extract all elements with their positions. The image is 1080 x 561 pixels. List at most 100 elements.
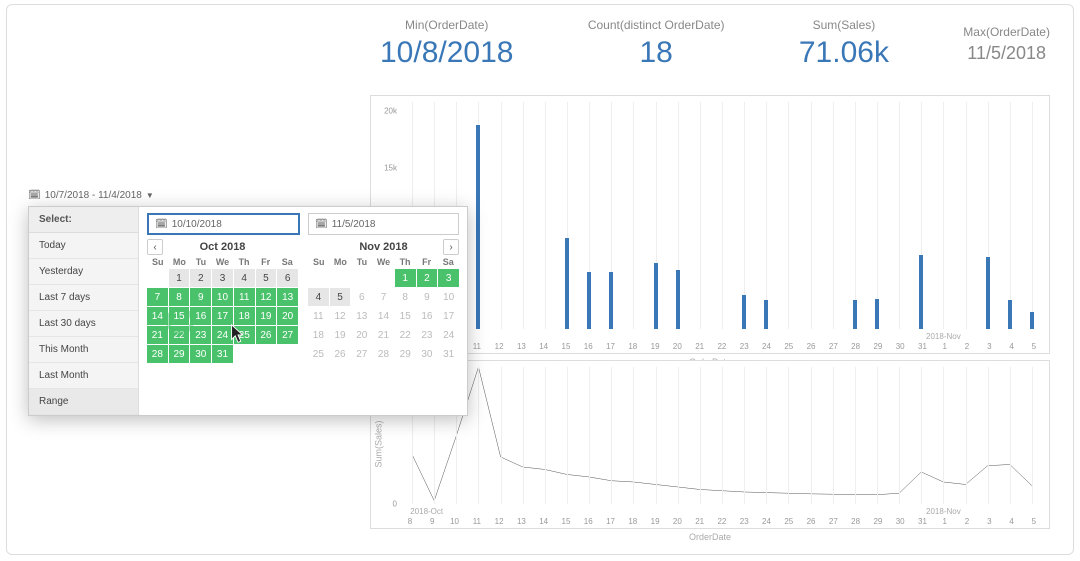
day-cell[interactable]: 9 — [417, 288, 438, 306]
day-cell[interactable]: 26 — [256, 326, 277, 344]
day-cell[interactable]: 5 — [256, 269, 277, 287]
day-cell[interactable]: 28 — [147, 345, 168, 363]
day-cell — [234, 345, 255, 363]
kpi-label: Min(OrderDate) — [380, 18, 513, 32]
day-cell — [351, 269, 372, 287]
chevron-down-icon: ▼ — [146, 191, 154, 200]
day-cell[interactable]: 20 — [277, 307, 298, 325]
cursor-icon — [227, 323, 249, 345]
dow-su: Su — [308, 257, 330, 267]
xtick: 4 — [1003, 517, 1021, 526]
day-cell[interactable]: 27 — [351, 345, 372, 363]
xtick: 17 — [602, 342, 620, 351]
day-cell[interactable]: 13 — [351, 307, 372, 325]
day-cell[interactable]: 30 — [417, 345, 438, 363]
day-cell[interactable]: 6 — [277, 269, 298, 287]
end-date-input[interactable]: 🗓 11/5/2018 — [308, 213, 459, 235]
dow-tu: Tu — [351, 257, 373, 267]
day-cell[interactable]: 11 — [234, 288, 255, 306]
day-cell[interactable]: 1 — [169, 269, 190, 287]
xtick: 24 — [758, 342, 776, 351]
xtick: 12 — [490, 342, 508, 351]
line-xlabel: OrderDate — [689, 532, 731, 542]
day-cell[interactable]: 29 — [395, 345, 416, 363]
day-cell[interactable]: 24 — [438, 326, 459, 344]
day-cell — [256, 345, 277, 363]
day-cell[interactable]: 28 — [373, 345, 394, 363]
day-cell[interactable]: 15 — [395, 307, 416, 325]
preset-last-month[interactable]: Last Month — [29, 363, 138, 389]
xtick: 12 — [490, 517, 508, 526]
prev-month-button[interactable]: ‹ — [147, 239, 163, 255]
day-cell[interactable]: 22 — [395, 326, 416, 344]
day-cell[interactable]: 18 — [308, 326, 329, 344]
bar — [654, 263, 658, 329]
day-cell[interactable]: 7 — [373, 288, 394, 306]
day-cell — [308, 269, 329, 287]
day-cell[interactable]: 4 — [234, 269, 255, 287]
day-cell[interactable]: 14 — [373, 307, 394, 325]
day-cell[interactable]: 12 — [330, 307, 351, 325]
day-cell[interactable]: 6 — [351, 288, 372, 306]
day-cell[interactable]: 16 — [417, 307, 438, 325]
bar — [986, 257, 990, 328]
day-cell[interactable]: 12 — [256, 288, 277, 306]
day-cell — [330, 269, 351, 287]
day-cell[interactable]: 10 — [438, 288, 459, 306]
next-month-button[interactable]: › — [443, 239, 459, 255]
day-cell[interactable]: 31 — [212, 345, 233, 363]
preset-range[interactable]: Range — [29, 389, 138, 415]
xtick: 31 — [913, 342, 931, 351]
xtick: 25 — [780, 342, 798, 351]
day-cell[interactable]: 23 — [417, 326, 438, 344]
day-cell[interactable]: 19 — [330, 326, 351, 344]
day-cell[interactable]: 8 — [169, 288, 190, 306]
day-cell[interactable]: 2 — [417, 269, 438, 287]
xtick: 13 — [512, 342, 530, 351]
preset-last-7-days[interactable]: Last 7 days — [29, 285, 138, 311]
day-cell[interactable]: 13 — [277, 288, 298, 306]
bar — [565, 238, 569, 329]
day-cell[interactable]: 3 — [438, 269, 459, 287]
date-range-popover: Select: TodayYesterdayLast 7 daysLast 30… — [28, 206, 468, 416]
day-cell[interactable]: 20 — [351, 326, 372, 344]
day-cell[interactable]: 8 — [395, 288, 416, 306]
day-cell[interactable]: 30 — [190, 345, 211, 363]
xtick: 22 — [713, 342, 731, 351]
day-cell[interactable]: 11 — [308, 307, 329, 325]
preset-yesterday[interactable]: Yesterday — [29, 259, 138, 285]
day-cell[interactable]: 21 — [373, 326, 394, 344]
preset-last-30-days[interactable]: Last 30 days — [29, 311, 138, 337]
preset-this-month[interactable]: This Month — [29, 337, 138, 363]
day-cell[interactable]: 27 — [277, 326, 298, 344]
month-left: ‹ Oct 2018 SuMoTuWeThFrSa 12345678910111… — [147, 241, 298, 363]
day-cell[interactable]: 26 — [330, 345, 351, 363]
day-cell[interactable]: 29 — [169, 345, 190, 363]
day-cell[interactable]: 17 — [438, 307, 459, 325]
day-cell[interactable]: 23 — [190, 326, 211, 344]
day-cell[interactable]: 3 — [212, 269, 233, 287]
day-cell[interactable]: 1 — [395, 269, 416, 287]
preset-today[interactable]: Today — [29, 233, 138, 259]
day-cell[interactable]: 9 — [190, 288, 211, 306]
day-cell — [373, 269, 394, 287]
day-cell[interactable]: 21 — [147, 326, 168, 344]
start-date-input[interactable]: 🗓 10/10/2018 — [147, 213, 300, 235]
day-cell[interactable]: 25 — [308, 345, 329, 363]
day-cell[interactable]: 5 — [330, 288, 351, 306]
day-cell[interactable]: 2 — [190, 269, 211, 287]
bar — [742, 295, 746, 329]
kpi-value: 10/8/2018 — [380, 36, 513, 70]
day-cell[interactable]: 4 — [308, 288, 329, 306]
day-cell[interactable]: 7 — [147, 288, 168, 306]
xtick: 21 — [691, 342, 709, 351]
xtick: 19 — [646, 517, 664, 526]
day-cell[interactable]: 19 — [256, 307, 277, 325]
day-cell[interactable]: 14 — [147, 307, 168, 325]
xtick: 26 — [802, 342, 820, 351]
kpi-value: 71.06k — [799, 36, 889, 70]
day-cell[interactable]: 31 — [438, 345, 459, 363]
date-range-trigger[interactable]: 🗓 10/7/2018 - 11/4/2018 ▼ — [28, 190, 154, 201]
line-chart: Sum(Sales) 0 2018-Oct2018-Nov 8910111213… — [370, 360, 1050, 529]
day-cell[interactable]: 10 — [212, 288, 233, 306]
